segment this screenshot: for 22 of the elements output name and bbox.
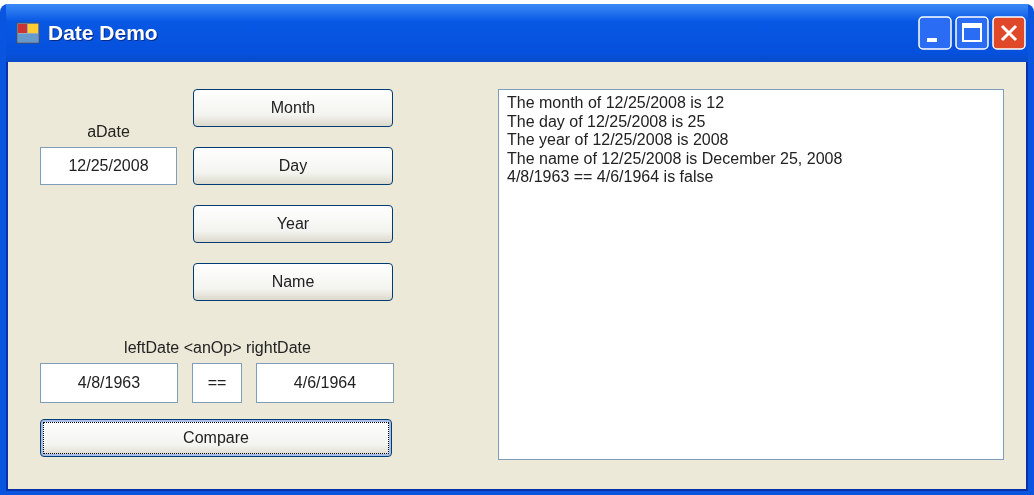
output-line: The name of 12/25/2008 is December 25, 2008 <box>507 149 844 168</box>
output-line: The month of 12/25/2008 is 12 <box>507 94 726 113</box>
compare-button[interactable]: Compare <box>40 419 392 457</box>
month-button[interactable]: Month <box>193 89 393 127</box>
field-label: aDate <box>86 123 131 141</box>
day-button[interactable]: Day <box>193 147 393 185</box>
name-button[interactable]: Name <box>193 263 393 301</box>
left-date-field[interactable]: 4/8/1963 <box>40 363 178 403</box>
output-line: The day of 12/25/2008 is 25 <box>507 112 707 131</box>
window-title: Date Demo <box>48 21 159 45</box>
output-line: 4/8/1963 == 4/6/1964 is false <box>507 168 715 187</box>
minimize-icon[interactable] <box>918 16 952 50</box>
close-icon[interactable] <box>992 16 1026 50</box>
compare-label: leftDate <anOp> rightDate <box>123 339 312 357</box>
date-field[interactable]: 12/25/2008 <box>40 147 177 185</box>
right-date-field[interactable]: 4/6/1964 <box>256 363 394 403</box>
maximize-icon[interactable] <box>955 16 989 50</box>
operator-field[interactable]: == <box>192 363 242 403</box>
app-icon <box>16 22 40 44</box>
output-box[interactable]: The month of 12/25/2008 is 12 The day of 12/25/2008 is 25 The year of 12/25/2008 is 2008 The name of 12/25/2008 is December 25, 2008 4/8/1963 == 4/6/1964 is false <box>498 89 1004 460</box>
year-button[interactable]: Year <box>193 205 393 243</box>
output-line: The year of 12/25/2008 is 2008 <box>507 131 730 150</box>
